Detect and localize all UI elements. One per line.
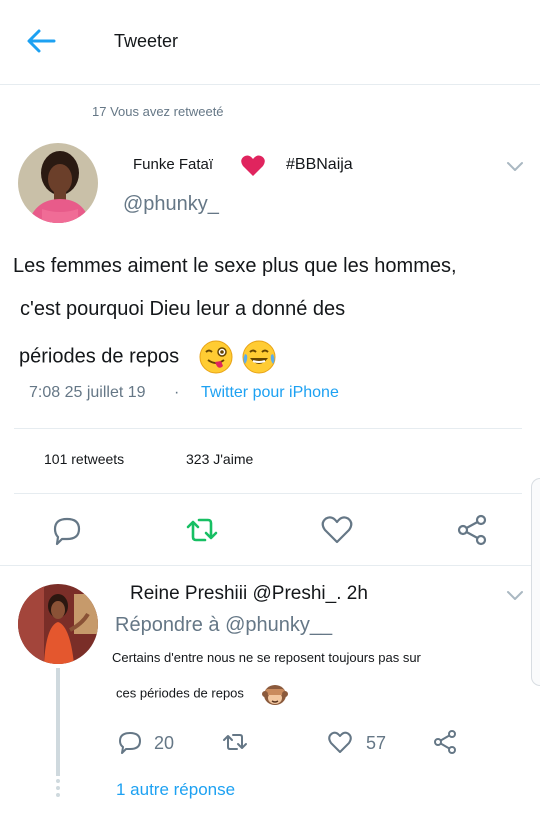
share-icon[interactable] <box>432 729 458 755</box>
top-bar: Tweeter <box>0 0 540 85</box>
chevron-down-icon[interactable] <box>505 160 525 174</box>
reply-avatar[interactable] <box>18 584 98 664</box>
reply-icon[interactable] <box>50 513 84 547</box>
heart-icon <box>241 155 265 176</box>
avatar-image <box>18 143 98 223</box>
tweet-text-line-with-emoji: périodes de repos <box>19 340 276 374</box>
tweet-source-link[interactable]: Twitter pour iPhone <box>201 384 339 402</box>
reply-text-line: Certains d'entre nous ne se reposent tou… <box>112 650 421 665</box>
thread-dots <box>56 779 60 797</box>
retweet-count[interactable]: 101 retweets <box>44 451 124 467</box>
retweet-label: 17 Vous avez retweeté <box>92 104 224 119</box>
like-icon[interactable] <box>320 513 354 547</box>
avatar[interactable] <box>18 143 98 223</box>
reply-text-line-with-emoji: ces périodes de repos <box>116 682 288 706</box>
reply-author-line[interactable]: Reine Preshiii @Preshi_. 2h <box>130 583 368 605</box>
author-name[interactable]: Funke Fataï <box>133 156 213 173</box>
reply-like-count: 57 <box>366 733 387 753</box>
section-separator <box>0 565 540 566</box>
reply-text-fragment: ces périodes de repos <box>116 685 244 701</box>
replying-to[interactable]: Répondre à @phunky__ <box>115 614 332 637</box>
see-no-evil-monkey-icon <box>261 685 288 705</box>
like-count[interactable]: 323 J'aime <box>186 451 253 467</box>
scroll-handle[interactable] <box>531 478 540 686</box>
tweet-timestamp: 7:08 25 juillet 19 <box>29 384 146 401</box>
reply-avatar-image <box>18 584 98 664</box>
reply-icon[interactable] <box>117 729 143 755</box>
reply-count: 20 <box>154 733 175 753</box>
hashtag[interactable]: #BBNaija <box>286 156 353 174</box>
thread-line <box>56 668 60 776</box>
tweet-text-line: Les femmes aiment le sexe plus que les h… <box>13 255 457 277</box>
back-arrow-icon[interactable] <box>24 26 58 56</box>
page-title: Tweeter <box>114 31 179 51</box>
meta-separator: · <box>174 384 180 401</box>
tweet-text-line: c'est pourquoi Dieu leur a donné des <box>20 298 346 320</box>
share-icon[interactable] <box>455 513 489 547</box>
more-replies-link[interactable]: 1 autre réponse <box>116 780 235 800</box>
tweet-text-fragment: périodes de repos <box>19 345 180 368</box>
divider <box>14 428 522 429</box>
divider <box>14 493 522 494</box>
chevron-down-icon[interactable] <box>505 589 525 603</box>
like-icon[interactable] <box>327 729 353 755</box>
author-handle[interactable]: @phunky_ <box>123 193 219 216</box>
winking-tongue-emoji-icon <box>199 340 233 374</box>
retweet-icon[interactable] <box>185 513 219 547</box>
retweet-icon[interactable] <box>222 729 248 755</box>
tears-of-joy-emoji-icon <box>242 340 276 374</box>
